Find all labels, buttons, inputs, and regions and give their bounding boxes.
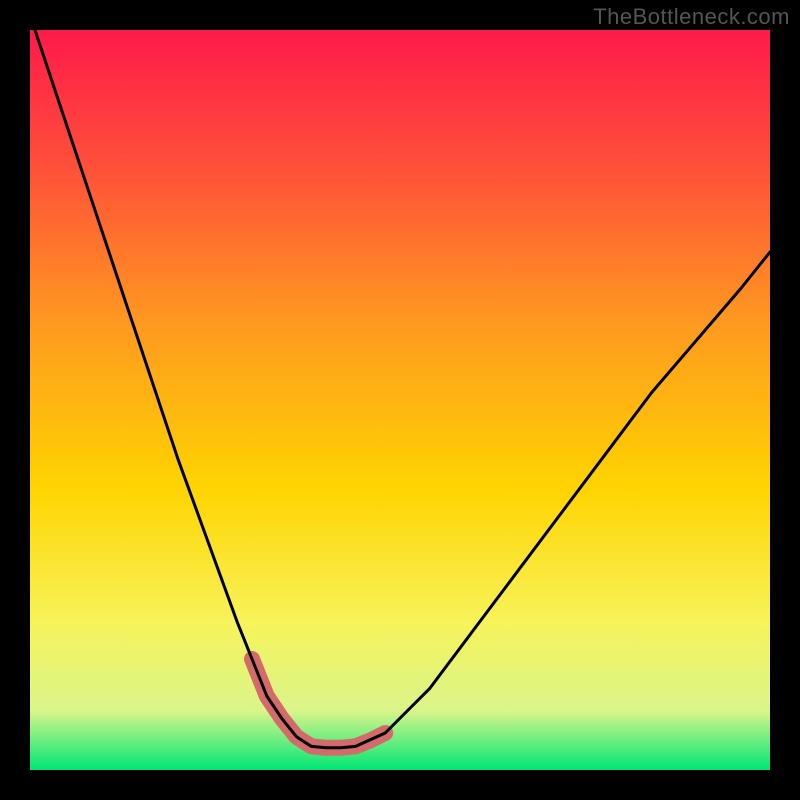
watermark-text: TheBottleneck.com <box>593 4 790 30</box>
gradient-background <box>30 30 770 770</box>
chart-svg <box>30 30 770 770</box>
chart-plot-area <box>30 30 770 770</box>
